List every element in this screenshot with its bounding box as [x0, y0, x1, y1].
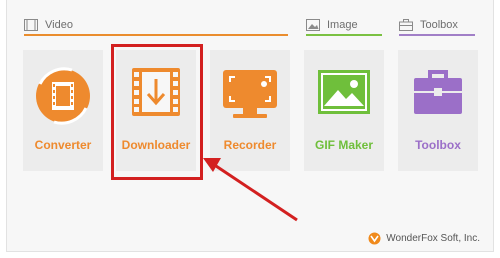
- highlight-box: [111, 44, 203, 180]
- section-toolbox-header: Toolbox: [399, 14, 458, 36]
- picture-icon: [306, 19, 320, 31]
- toolbox-icon: [399, 19, 413, 31]
- section-image-title: Image: [327, 19, 358, 31]
- toolbox-icon: [398, 66, 478, 124]
- section-image-header: Image: [306, 14, 358, 36]
- tool-toolbox[interactable]: Toolbox: [398, 50, 478, 171]
- film-frame-icon: [24, 19, 38, 31]
- tool-recorder[interactable]: Recorder: [210, 50, 290, 171]
- tool-converter-label: Converter: [34, 138, 92, 152]
- gif-image-icon: [304, 66, 384, 124]
- footer-brand-text: WonderFox Soft, Inc.: [386, 233, 480, 244]
- footer-brand: WonderFox Soft, Inc.: [368, 232, 480, 245]
- section-toolbox-divider: [399, 34, 475, 36]
- tool-toolbox-label: Toolbox: [415, 138, 461, 152]
- section-video-title: Video: [45, 19, 73, 31]
- section-video-header: Video: [24, 14, 73, 36]
- tool-gif-maker[interactable]: GIF Maker: [304, 50, 384, 171]
- film-reel-convert-icon: [23, 66, 103, 125]
- tool-recorder-label: Recorder: [223, 138, 277, 152]
- tool-gif-maker-label: GIF Maker: [314, 138, 374, 152]
- section-image-divider: [306, 34, 382, 36]
- wonderfox-logo-icon: [368, 232, 381, 245]
- tool-converter[interactable]: Converter: [23, 50, 103, 171]
- section-toolbox-title: Toolbox: [420, 19, 458, 31]
- screen-recorder-icon: [210, 66, 290, 124]
- section-video-divider: [24, 34, 288, 36]
